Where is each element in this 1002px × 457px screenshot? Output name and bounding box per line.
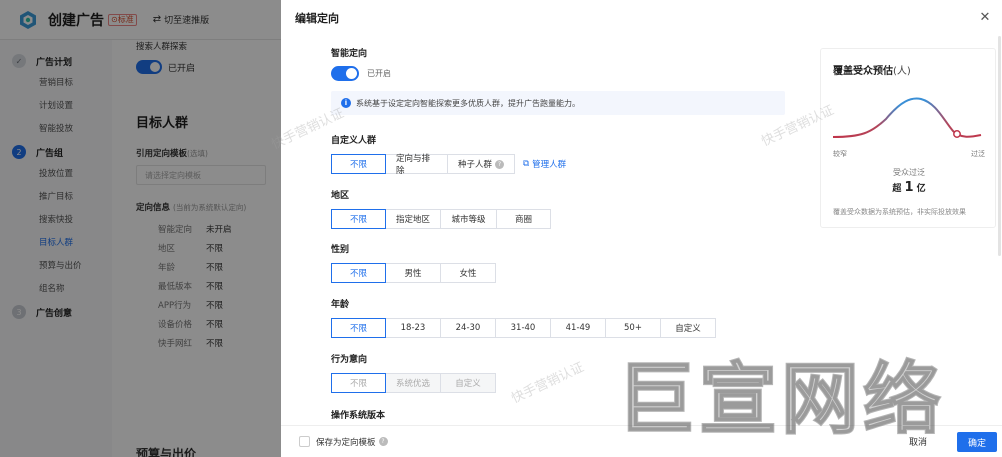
smart-targeting-label: 智能定向: [331, 49, 368, 59]
smart-targeting-section: 智能定向 已开启 i 系统基于设定定向智能探索更多优质人群，提升广告跑量能力。: [331, 46, 791, 115]
age-option-41-49[interactable]: 41-49: [550, 318, 606, 338]
age-option-unlimited[interactable]: 不限: [331, 318, 386, 338]
behavior-label: 行为意向: [331, 355, 368, 365]
behavior-group: 行为意向 不限 系统优选 自定义: [331, 352, 496, 393]
custom-audience-option-unlimited[interactable]: 不限: [331, 154, 386, 174]
gender-option-unlimited[interactable]: 不限: [331, 263, 386, 283]
region-label: 地区: [331, 191, 350, 201]
drawer-title: 编辑定向: [295, 12, 339, 25]
manage-audience-text: 管理人群: [532, 160, 567, 170]
save-template-checkbox[interactable]: [299, 436, 310, 447]
axis-narrow-label: 较窄: [833, 150, 847, 158]
gender-label: 性别: [331, 245, 350, 255]
close-icon[interactable]: ✕: [978, 11, 992, 25]
estimate-title-text: 覆盖受众预估: [833, 66, 893, 77]
os-version-group: 操作系统版本: [331, 408, 385, 421]
axis-broad-label: 过泛: [971, 150, 985, 158]
smart-targeting-info: i 系统基于设定定向智能探索更多优质人群，提升广告跑量能力。: [331, 91, 785, 115]
audience-value: 超 1 亿: [821, 180, 997, 195]
custom-audience-option-seed[interactable]: 种子人群?: [447, 154, 515, 174]
save-template-label: 保存为定向模板: [316, 437, 376, 448]
age-option-50-plus[interactable]: 50+: [605, 318, 661, 338]
external-link-icon: ⧉: [523, 159, 530, 169]
audience-curve-chart: [832, 97, 982, 138]
estimate-note: 覆盖受众数据为系统预估，非实际投放效果: [833, 208, 966, 216]
age-option-custom[interactable]: 自定义: [660, 318, 716, 338]
behavior-option-unlimited[interactable]: 不限: [331, 373, 386, 393]
age-group: 年龄 不限 18-23 24-30 31-40 41-49 50+ 自定义: [331, 297, 716, 338]
audience-value-unit: 亿: [916, 184, 926, 194]
region-group: 地区 不限 指定地区 城市等级 商圈: [331, 188, 551, 229]
drawer-header: 编辑定向 ✕: [281, 0, 1002, 36]
age-option-18-23[interactable]: 18-23: [385, 318, 441, 338]
gender-option-female[interactable]: 女性: [440, 263, 496, 283]
edit-targeting-drawer: 编辑定向 ✕ 智能定向 已开启 i 系统基于设定定向智能探索更多优质人群，提升广…: [281, 0, 1002, 457]
custom-audience-group: 自定义人群 不限 定向与排除 种子人群? ⧉ 管理人群: [331, 133, 566, 176]
help-icon[interactable]: ?: [495, 159, 504, 169]
age-option-24-30[interactable]: 24-30: [440, 318, 496, 338]
smart-targeting-state: 已开启: [367, 69, 391, 78]
drawer-footer: 保存为定向模板 ? 取消 确定: [281, 425, 1002, 457]
audience-status: 受众过泛: [893, 168, 925, 177]
region-option-unlimited[interactable]: 不限: [331, 209, 386, 229]
estimate-unit: (人): [893, 66, 911, 77]
age-label: 年龄: [331, 300, 350, 310]
region-option-business-district[interactable]: 商圈: [496, 209, 551, 229]
custom-audience-label: 自定义人群: [331, 136, 377, 146]
audience-value-number: 1: [904, 180, 914, 195]
cancel-button[interactable]: 取消: [909, 435, 927, 448]
estimate-title: 覆盖受众预估(人): [833, 62, 911, 77]
audience-estimate-card: 覆盖受众预估(人) 较窄 过泛 受众过泛 超 1 亿 覆盖受众数据为系统预估，非…: [820, 48, 996, 228]
confirm-button[interactable]: 确定: [957, 432, 997, 452]
custom-audience-option-include-exclude[interactable]: 定向与排除: [385, 154, 448, 176]
manage-audience-link[interactable]: ⧉ 管理人群: [523, 158, 566, 170]
smart-targeting-toggle[interactable]: [331, 66, 359, 81]
drawer-scrollbar[interactable]: [998, 36, 1001, 256]
audience-value-prefix: 超: [892, 184, 902, 194]
info-icon: i: [341, 98, 351, 108]
age-option-31-40[interactable]: 31-40: [495, 318, 551, 338]
audience-position-marker: [953, 130, 961, 138]
seed-label: 种子人群: [458, 160, 493, 170]
gender-option-male[interactable]: 男性: [385, 263, 441, 283]
help-icon[interactable]: ?: [378, 437, 388, 446]
region-option-city-level[interactable]: 城市等级: [440, 209, 497, 229]
smart-targeting-info-text: 系统基于设定定向智能探索更多优质人群，提升广告跑量能力。: [356, 98, 580, 108]
os-version-label: 操作系统版本: [331, 411, 386, 421]
behavior-option-custom[interactable]: 自定义: [440, 373, 496, 393]
region-option-specific[interactable]: 指定地区: [385, 209, 441, 229]
behavior-option-system[interactable]: 系统优选: [385, 373, 441, 393]
gender-group: 性别 不限 男性 女性: [331, 242, 496, 283]
